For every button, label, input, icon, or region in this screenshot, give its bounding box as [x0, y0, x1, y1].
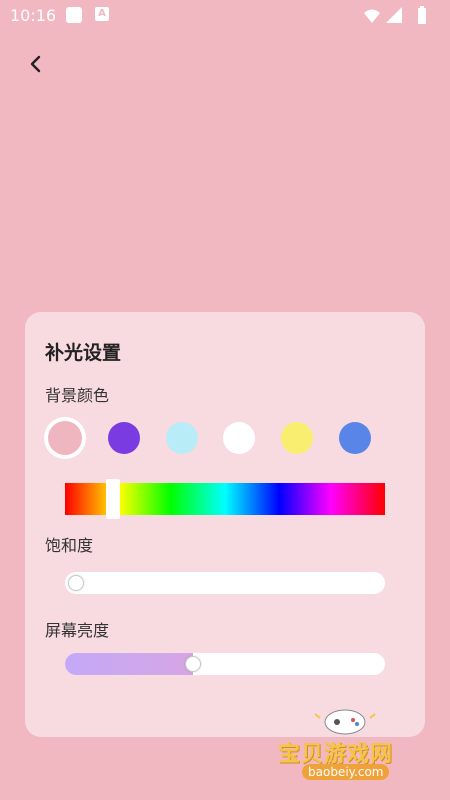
notification-a-icon: A [95, 7, 109, 21]
brightness-slider[interactable] [65, 653, 385, 675]
color-swatch-purple[interactable] [108, 422, 140, 454]
brightness-slider-thumb[interactable] [185, 656, 201, 672]
signal-icon [386, 7, 402, 23]
color-swatch-white[interactable] [223, 422, 255, 454]
status-right-icons [364, 6, 426, 24]
status-bar: 10:16 A [0, 0, 450, 32]
saturation-label: 饱和度 [45, 536, 94, 555]
color-swatch-yellow[interactable] [281, 422, 313, 454]
color-swatch-pink[interactable] [48, 421, 82, 455]
hue-slider-handle[interactable] [106, 479, 120, 519]
background-color-label: 背景颜色 [45, 386, 110, 405]
fill-light-settings-panel: 补光设置 背景颜色 饱和度 屏幕亮度 [25, 312, 425, 737]
watermark-url: baobeiy.com [302, 764, 390, 780]
brightness-label: 屏幕亮度 [45, 621, 110, 640]
notification-square-icon [66, 7, 82, 23]
color-swatch-light-blue[interactable] [166, 422, 198, 454]
gamepad-mascot-icon [314, 709, 376, 735]
color-swatch-blue[interactable] [339, 422, 371, 454]
back-button[interactable] [20, 48, 52, 80]
brightness-slider-fill [65, 653, 193, 675]
status-time: 10:16 [10, 6, 57, 25]
panel-title: 补光设置 [45, 342, 122, 364]
battery-icon [418, 6, 426, 24]
saturation-slider[interactable] [65, 572, 385, 594]
chevron-left-icon [30, 55, 41, 73]
wifi-icon [364, 9, 380, 23]
saturation-slider-thumb[interactable] [68, 575, 84, 591]
hue-slider[interactable] [65, 479, 385, 519]
watermark-logo: 宝贝游戏网 baobeiy.com [270, 700, 430, 790]
